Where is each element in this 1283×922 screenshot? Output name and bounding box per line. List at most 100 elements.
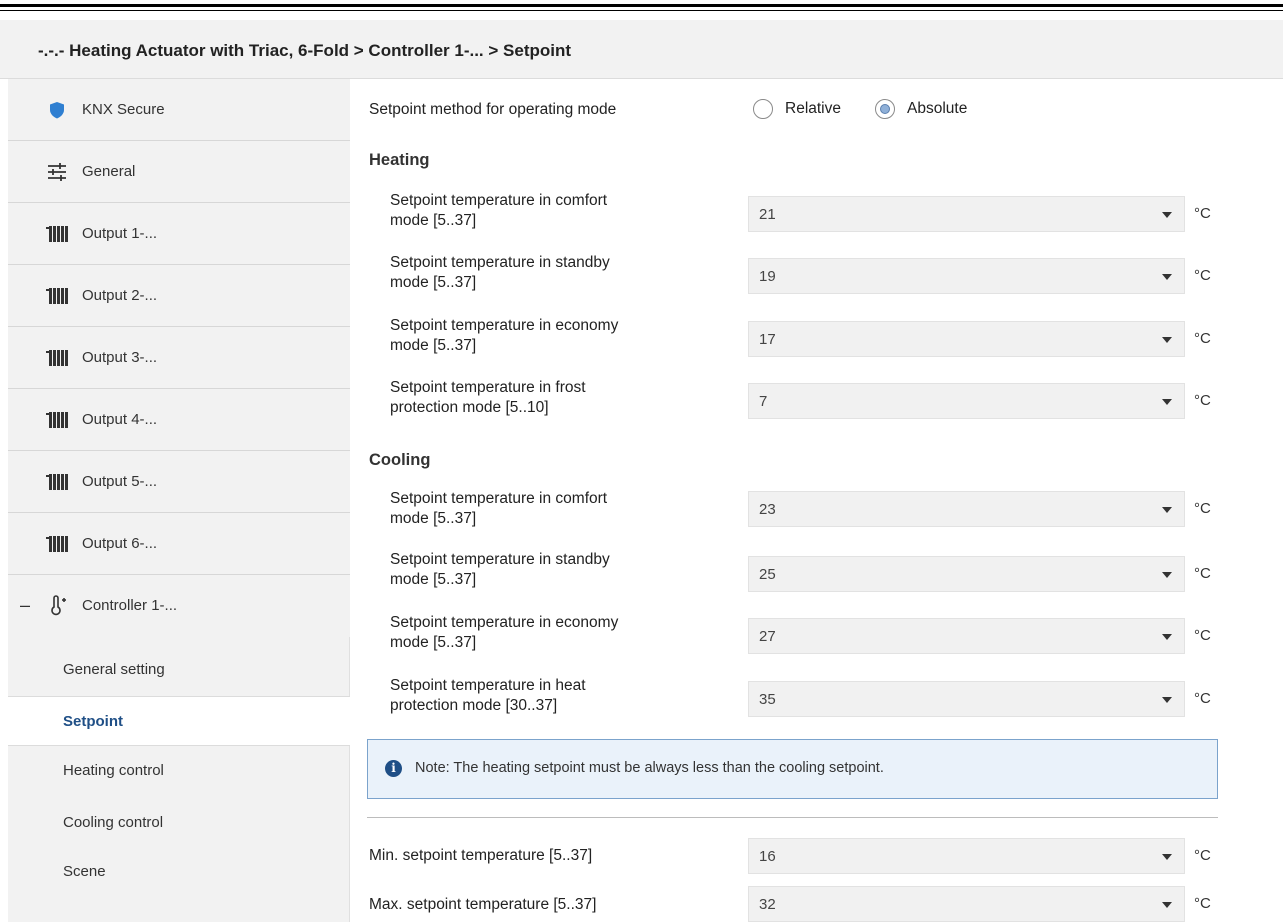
sidebar-item-label: Controller 1-...: [82, 597, 178, 614]
thermometer-icon: [46, 595, 68, 617]
shield-icon: [46, 99, 68, 121]
chevron-down-icon: [1162, 212, 1172, 218]
sidebar-item-knx-secure[interactable]: KNX Secure: [8, 79, 350, 141]
sidebar-subitem-setpoint[interactable]: Setpoint: [8, 696, 350, 746]
unit-label: °C: [1194, 847, 1211, 864]
cooling-heat-select[interactable]: 35: [748, 681, 1185, 717]
sidebar-subitem-heating-control[interactable]: Heating control: [8, 746, 350, 796]
select-value: 19: [759, 268, 776, 285]
cooling-standby-label: Setpoint temperature in standby mode [5..…: [390, 551, 610, 588]
sidebar-subitem-scene[interactable]: Scene: [8, 847, 350, 897]
heating-standby-select[interactable]: 19: [748, 258, 1185, 294]
chevron-down-icon: [1162, 697, 1172, 703]
sidebar-item-label: Output 3-...: [82, 349, 158, 366]
sidebar-item-controller-1[interactable]: – Controller 1-...: [8, 575, 350, 637]
info-note: i Note: The heating setpoint must be alw…: [367, 739, 1218, 799]
setpoint-method-label: Setpoint method for operating mode: [369, 101, 617, 118]
sidebar-item-output-2[interactable]: Output 2-...: [8, 265, 350, 327]
top-border-line: [0, 4, 1283, 7]
sidebar-subitem-label: Heating control: [63, 762, 164, 779]
sidebar-item-output-6[interactable]: Output 6-...: [8, 513, 350, 575]
max-setpoint-select[interactable]: 32: [748, 886, 1185, 922]
select-value: 25: [759, 566, 776, 583]
heating-comfort-select[interactable]: 21: [748, 196, 1185, 232]
heating-economy-select[interactable]: 17: [748, 321, 1185, 357]
radiator-icon: [46, 223, 68, 245]
sidebar-item-label: Output 1-...: [82, 225, 158, 242]
select-value: 7: [759, 393, 768, 410]
sidebar-item-label: General: [82, 163, 136, 180]
unit-label: °C: [1194, 895, 1211, 912]
chevron-down-icon: [1162, 902, 1172, 908]
sidebar-subitem-label: Setpoint: [63, 713, 123, 730]
sidebar-subitem-cooling-control[interactable]: Cooling control: [8, 798, 350, 848]
select-value: 35: [759, 691, 776, 708]
top-border-line-thin: [0, 10, 1283, 11]
radio-absolute[interactable]: [875, 99, 895, 119]
select-value: 16: [759, 848, 776, 865]
heating-frost-select[interactable]: 7: [748, 383, 1185, 419]
sidebar-item-label: KNX Secure: [82, 101, 165, 118]
cooling-standby-select[interactable]: 25: [748, 556, 1185, 592]
cooling-comfort-label: Setpoint temperature in comfort mode [5..…: [390, 490, 608, 527]
radiator-icon: [46, 347, 68, 369]
sidebar-subitem-label: Cooling control: [63, 814, 164, 831]
sidebar-item-label: Output 2-...: [82, 287, 158, 304]
chevron-down-icon: [1162, 572, 1172, 578]
unit-label: °C: [1194, 330, 1211, 347]
radiator-icon: [46, 471, 68, 493]
info-icon: i: [385, 760, 402, 777]
unit-label: °C: [1194, 500, 1211, 517]
radiator-icon: [46, 285, 68, 307]
sidebar: KNX Secure General Output 1-... Output 2…: [8, 79, 350, 922]
sidebar-item-output-1[interactable]: Output 1-...: [8, 203, 350, 265]
radiator-icon: [46, 533, 68, 555]
sidebar-subitem-label: Scene: [63, 863, 106, 880]
select-value: 32: [759, 896, 776, 913]
cooling-comfort-select[interactable]: 23: [748, 491, 1185, 527]
cooling-economy-label: Setpoint temperature in economy mode [5..…: [390, 614, 619, 651]
chevron-down-icon: [1162, 274, 1172, 280]
sidebar-item-output-3[interactable]: Output 3-...: [8, 327, 350, 389]
main-content: Setpoint method for operating mode Relat…: [352, 79, 1283, 922]
sidebar-item-label: Output 6-...: [82, 535, 158, 552]
collapse-toggle[interactable]: –: [20, 595, 30, 616]
unit-label: °C: [1194, 205, 1211, 222]
unit-label: °C: [1194, 627, 1211, 644]
unit-label: °C: [1194, 392, 1211, 409]
sidebar-item-output-5[interactable]: Output 5-...: [8, 451, 350, 513]
unit-label: °C: [1194, 565, 1211, 582]
sidebar-item-label: Output 4-...: [82, 411, 158, 428]
radio-relative-label[interactable]: Relative: [785, 100, 841, 118]
radio-relative[interactable]: [753, 99, 773, 119]
sidebar-item-label: Output 5-...: [82, 473, 158, 490]
radio-absolute-label[interactable]: Absolute: [907, 100, 967, 118]
max-setpoint-label: Max. setpoint temperature [5..37]: [369, 896, 597, 913]
sidebar-subitem-label: General setting: [63, 661, 165, 678]
breadcrumb-title: -.-.- Heating Actuator with Triac, 6-Fol…: [38, 41, 572, 60]
sidebar-item-output-4[interactable]: Output 4-...: [8, 389, 350, 451]
min-setpoint-label: Min. setpoint temperature [5..37]: [369, 847, 593, 864]
chevron-down-icon: [1162, 634, 1172, 640]
note-text: Note: The heating setpoint must be alway…: [415, 760, 884, 776]
unit-label: °C: [1194, 267, 1211, 284]
heating-section-title: Heating: [369, 151, 430, 169]
sliders-icon: [46, 161, 68, 183]
heating-economy-label: Setpoint temperature in economy mode [5..…: [390, 317, 619, 354]
heating-comfort-label: Setpoint temperature in comfort mode [5..…: [390, 192, 608, 229]
sidebar-subitem-general-setting[interactable]: General setting: [8, 645, 350, 695]
divider: [367, 817, 1218, 818]
select-value: 23: [759, 501, 776, 518]
min-setpoint-select[interactable]: 16: [748, 838, 1185, 874]
cooling-heat-label: Setpoint temperature in heat protection m…: [390, 677, 586, 714]
sidebar-item-general[interactable]: General: [8, 141, 350, 203]
cooling-section-title: Cooling: [369, 451, 431, 469]
heating-standby-label: Setpoint temperature in standby mode [5..…: [390, 254, 610, 291]
cooling-economy-select[interactable]: 27: [748, 618, 1185, 654]
chevron-down-icon: [1162, 507, 1172, 513]
chevron-down-icon: [1162, 854, 1172, 860]
select-value: 21: [759, 206, 776, 223]
chevron-down-icon: [1162, 337, 1172, 343]
header-bar: -.-.- Heating Actuator with Triac, 6-Fol…: [0, 20, 1283, 79]
radiator-icon: [46, 409, 68, 431]
